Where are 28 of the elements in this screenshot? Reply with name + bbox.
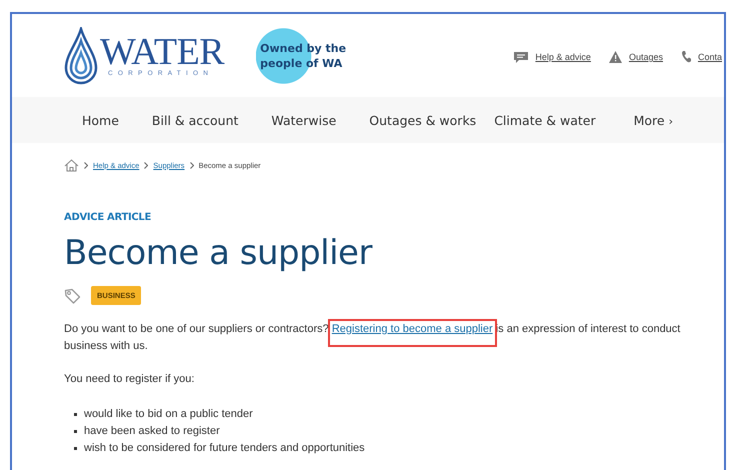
bullet-icon (74, 413, 77, 416)
lead-text: You need to register if you: (64, 372, 196, 387)
nav-link[interactable]: Bill & account (152, 112, 238, 128)
chevron-icon (84, 162, 88, 169)
nav-link[interactable]: More › (634, 112, 674, 128)
bullet-icon (74, 447, 77, 450)
list-item-text: would like to bid on a public tender (84, 407, 253, 422)
nav-link[interactable]: Waterwise (271, 112, 336, 128)
list-item-text: wish to be considered for future tenders and opportunities (84, 441, 365, 456)
chevron-icon (144, 162, 148, 169)
nav-link[interactable]: Outages & works (369, 112, 476, 128)
list-item-text: have been asked to register (84, 424, 220, 439)
nav-link[interactable]: Home (82, 112, 119, 128)
utility-link[interactable]: Help & advice (535, 52, 591, 62)
bullet-icon (74, 430, 77, 433)
warning-icon[interactable] (608, 51, 622, 63)
water-drop-logo-icon (64, 26, 98, 84)
tag-icon (64, 288, 81, 304)
phone-icon[interactable] (680, 51, 691, 63)
chevron-icon (190, 162, 194, 169)
utility-link[interactable]: Conta (698, 52, 722, 62)
logo-wordmark: WATER (100, 34, 224, 70)
home-icon[interactable] (64, 159, 79, 172)
article-type: ADVICE ARTICLE (64, 212, 152, 223)
nav-link[interactable]: Climate & water (494, 112, 596, 128)
chat-icon[interactable] (514, 52, 528, 62)
utility-link[interactable]: Outages (628, 52, 663, 62)
page-title: Become a supplier (64, 233, 374, 273)
